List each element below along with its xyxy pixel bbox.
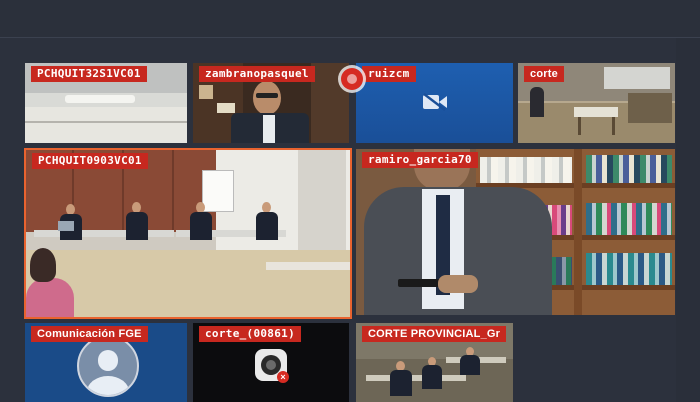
person-seated [530, 87, 544, 117]
shelf-divider [574, 149, 582, 315]
video-tile-ruizcm[interactable]: ruizcm [356, 63, 513, 143]
video-tile-pchquit32s1vc01[interactable]: PCHQUIT32S1VC01 [25, 63, 187, 143]
participant-name: ruizcm [362, 66, 416, 82]
video-tile-zambranopasquel[interactable]: zambranopasquel [193, 63, 349, 143]
participant-suit [256, 212, 278, 240]
participant-name: CORTE PROVINCIAL_Gr [362, 326, 507, 342]
participant-suit [126, 212, 148, 240]
shelf-photo [199, 85, 213, 99]
record-icon[interactable] [341, 68, 363, 90]
video-tile-pchquit0903vc01[interactable]: PCHQUIT0903VC01 [24, 148, 352, 319]
participant-name: PCHQUIT0903VC01 [32, 153, 148, 169]
video-tile-corte-provincial[interactable]: CORTE PROVINCIAL_Gr [356, 323, 513, 402]
video-tile-corte[interactable]: corte [518, 63, 675, 143]
window [604, 67, 670, 89]
books-row [480, 157, 572, 183]
shelf-photo [217, 103, 235, 113]
participant-name: corte_(00861) [199, 326, 301, 342]
wood-panel-line [172, 150, 174, 232]
shirt [263, 115, 275, 143]
laptop [58, 221, 74, 231]
books-row [586, 155, 672, 183]
participant-head [253, 81, 281, 115]
wall [25, 107, 187, 143]
table-leg [612, 117, 615, 135]
participant-name: corte [524, 66, 564, 82]
whiteboard [202, 170, 234, 212]
glasses [256, 93, 278, 98]
floor [26, 250, 350, 317]
participant-suit [190, 212, 212, 240]
camera-muted-icon: × [255, 349, 289, 383]
books-row [586, 203, 672, 235]
ceiling-light [65, 95, 135, 103]
hand [438, 275, 478, 293]
video-tile-corte-00861[interactable]: × corte_(00861) [193, 323, 349, 402]
participant-name: Comunicación FGE [31, 326, 148, 342]
user-avatar-icon [77, 335, 139, 397]
video-off-icon [423, 93, 447, 111]
desk-front-right [266, 262, 350, 270]
bench-right [628, 93, 672, 123]
doorway [298, 150, 346, 260]
participant-name: PCHQUIT32S1VC01 [31, 66, 147, 82]
right-gutter [676, 38, 700, 402]
video-tile-ramiro-garcia70[interactable]: ramiro_garcia70 [356, 149, 675, 315]
desk [34, 230, 174, 237]
participant-name: ramiro_garcia70 [362, 152, 478, 168]
participant-suit [460, 355, 480, 375]
participant-suit [422, 365, 442, 389]
video-tile-comunicacion-fge[interactable]: Comunicación FGE [25, 323, 187, 402]
participant-name: zambranopasquel [199, 66, 315, 82]
desk [366, 375, 466, 381]
table-leg [578, 117, 581, 135]
participant-suit [390, 370, 412, 396]
table [574, 107, 618, 117]
person-foreground-hair [30, 248, 56, 282]
books-row [586, 253, 672, 285]
wall-trim [25, 121, 187, 123]
top-toolbar [0, 0, 700, 38]
person-foreground [26, 278, 74, 317]
